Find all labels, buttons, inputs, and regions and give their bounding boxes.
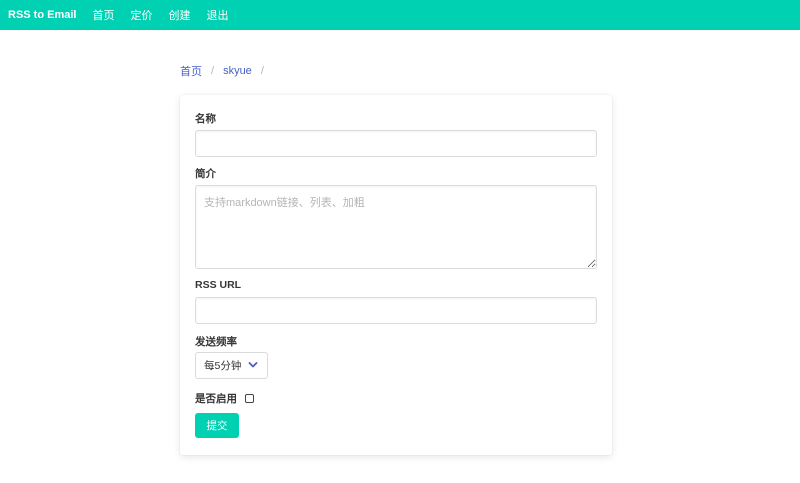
nav-item-home[interactable]: 首页 [84, 7, 122, 23]
frequency-label: 发送频率 [195, 336, 237, 348]
rss-url-label: RSS URL [195, 279, 242, 291]
frequency-select[interactable]: 每5分钟 [195, 352, 268, 379]
intro-textarea[interactable] [195, 185, 597, 269]
name-label: 名称 [195, 113, 216, 125]
breadcrumb-user[interactable]: skyue [223, 65, 252, 77]
nav-item-pricing[interactable]: 定价 [122, 7, 160, 23]
frequency-selected-value: 每5分钟 [204, 360, 242, 372]
brand-logo[interactable]: RSS to Email [0, 9, 84, 21]
breadcrumb: 首页 / skyue / [180, 63, 273, 79]
nav-item-create[interactable]: 创建 [160, 7, 198, 23]
nav-item-logout[interactable]: 退出 [198, 7, 236, 23]
enabled-row: 是否启用 [195, 391, 254, 406]
enabled-checkbox[interactable] [245, 394, 254, 403]
submit-button[interactable]: 提交 [195, 413, 239, 438]
rss-url-input[interactable] [195, 297, 597, 324]
top-navbar: RSS to Email 首页 定价 创建 退出 [0, 0, 800, 30]
intro-label: 简介 [195, 168, 216, 180]
name-input[interactable] [195, 130, 597, 157]
breadcrumb-separator: / [260, 65, 264, 77]
breadcrumb-home[interactable]: 首页 [180, 63, 202, 79]
breadcrumb-separator: / [211, 65, 215, 77]
feed-form-card: 名称 简介 RSS URL 发送频率 每5分钟 是否启用 提交 [180, 95, 612, 455]
enabled-label: 是否启用 [195, 393, 237, 405]
chevron-down-icon [248, 362, 258, 368]
